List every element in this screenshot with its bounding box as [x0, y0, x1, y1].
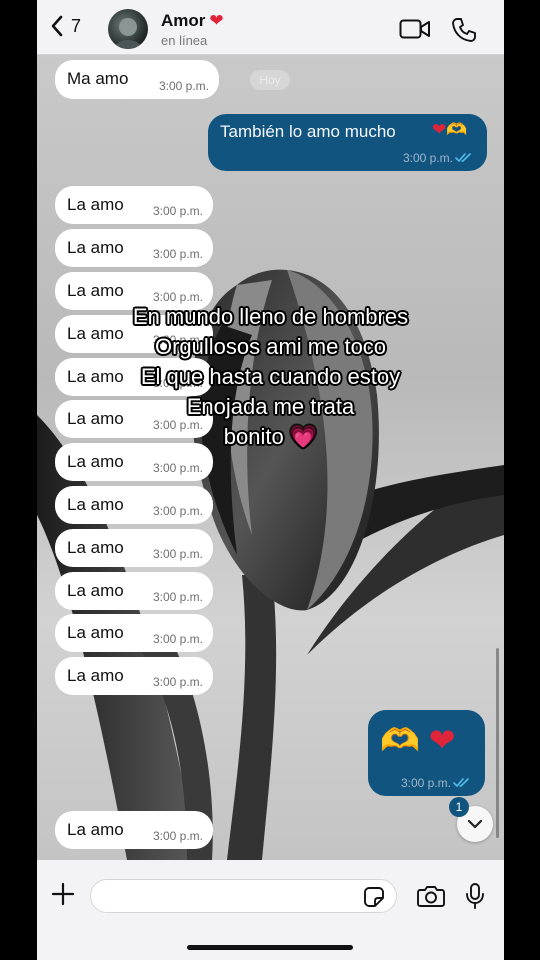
- message-outgoing[interactable]: También lo amo mucho ❤🫶 3:00 p.m.: [208, 114, 487, 171]
- message-time: 3:00 p.m.: [152, 829, 203, 843]
- emoji-content: 🫶 ❤: [380, 722, 456, 758]
- message-text: La amo: [67, 666, 124, 685]
- message-time: 3:00 p.m.: [400, 776, 451, 790]
- message-incoming[interactable]: La amo 3:00 p.m.: [55, 486, 213, 524]
- phone-icon[interactable]: [451, 17, 477, 43]
- message-time: 3:00 p.m.: [402, 151, 453, 165]
- avatar-image: [114, 18, 142, 49]
- contact-name-text: Amor: [161, 11, 206, 30]
- contact-status: en línea: [161, 33, 208, 48]
- double-check-icon: [455, 153, 471, 163]
- double-check-icon: [453, 778, 469, 788]
- caption-line: Orgullosos ami me toco: [154, 334, 387, 359]
- message-time: 3:00 p.m.: [152, 632, 203, 646]
- back-button[interactable]: 7: [49, 14, 81, 38]
- plus-icon[interactable]: [51, 882, 75, 906]
- pink-heart-emoji-icon: 💗: [289, 424, 318, 449]
- camera-icon[interactable]: [417, 884, 445, 908]
- caption-line: En mundo lleno de hombres: [132, 304, 409, 329]
- message-text: La amo: [67, 581, 124, 600]
- message-time: 3:00 p.m.: [152, 504, 203, 518]
- message-incoming[interactable]: La amo 3:00 p.m.: [55, 186, 213, 224]
- unread-chats-count: 7: [71, 15, 82, 36]
- message-input[interactable]: [90, 879, 397, 913]
- sticker-icon[interactable]: [363, 886, 385, 908]
- message-text: También lo amo mucho: [220, 122, 396, 141]
- message-text: Ma amo: [67, 69, 129, 88]
- message-incoming[interactable]: La amo 3:00 p.m.: [55, 657, 213, 695]
- message-composer: [37, 860, 504, 960]
- message-time: 3:00 p.m.: [152, 675, 203, 689]
- chat-header: 7 Amor ❤ en línea: [37, 0, 504, 55]
- home-indicator: [187, 945, 353, 950]
- caption-text: bonito: [223, 424, 284, 449]
- message-incoming[interactable]: La amo 3:00 p.m.: [55, 229, 213, 267]
- overlay-caption: En mundo lleno de hombres Orgullosos ami…: [37, 302, 504, 452]
- message-time: 3:00 p.m.: [152, 247, 203, 261]
- message-text: La amo: [67, 452, 124, 471]
- message-text: La amo: [67, 820, 124, 839]
- message-outgoing-emoji[interactable]: 🫶 ❤ 3:00 p.m.: [368, 710, 485, 796]
- chat-screen: Hoy 7 Amor ❤ en línea Ma amo 3:00 p.m. T…: [37, 0, 504, 960]
- message-incoming[interactable]: La amo 3:00 p.m.: [55, 811, 213, 849]
- caption-line: Enojada me trata: [186, 394, 355, 419]
- chevron-left-icon: [51, 15, 63, 37]
- message-text: La amo: [67, 238, 124, 257]
- video-call-icon[interactable]: [399, 18, 431, 40]
- contact-name[interactable]: Amor ❤: [161, 11, 224, 31]
- message-text: La amo: [67, 281, 124, 300]
- caption-line: bonito 💗: [37, 422, 504, 452]
- message-incoming[interactable]: Ma amo 3:00 p.m.: [55, 60, 219, 99]
- message-incoming[interactable]: La amo 3:00 p.m.: [55, 614, 213, 652]
- message-time: 3:00 p.m.: [158, 79, 209, 93]
- message-text: La amo: [67, 538, 124, 557]
- avatar[interactable]: [108, 9, 148, 49]
- unread-badge: 1: [449, 797, 469, 817]
- heart-emoji-icon: ❤🫶: [432, 120, 468, 139]
- message-time: 3:00 p.m.: [152, 461, 203, 475]
- message-time: 3:00 p.m.: [152, 204, 203, 218]
- microphone-icon[interactable]: [465, 882, 485, 910]
- message-text: La amo: [67, 495, 124, 514]
- message-incoming[interactable]: La amo 3:00 p.m.: [55, 529, 213, 567]
- message-time: 3:00 p.m.: [152, 590, 203, 604]
- message-time: 3:00 p.m.: [152, 547, 203, 561]
- date-separator: Hoy: [250, 70, 290, 90]
- left-letterbox: [0, 0, 37, 960]
- message-text: La amo: [67, 623, 124, 642]
- chevron-down-icon: [467, 819, 483, 829]
- heart-emoji-icon: ❤: [209, 11, 224, 30]
- caption-line: El que hasta cuando estoy: [140, 364, 401, 389]
- scrollbar[interactable]: [496, 648, 499, 838]
- right-letterbox: [504, 0, 540, 960]
- message-text: La amo: [67, 195, 124, 214]
- message-incoming[interactable]: La amo 3:00 p.m.: [55, 572, 213, 610]
